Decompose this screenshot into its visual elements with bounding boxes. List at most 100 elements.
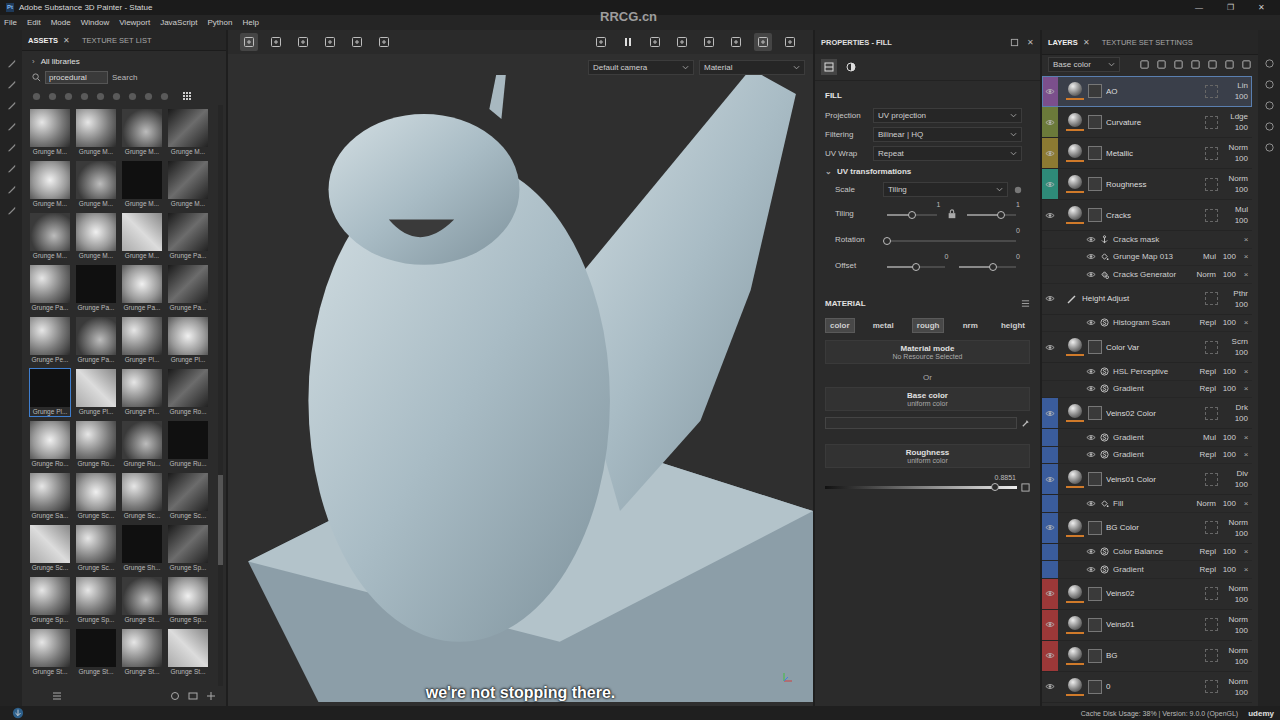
scale-dropdown[interactable]: Tiling [883,182,1008,197]
menu-item[interactable]: JavaScript [160,18,197,27]
layer-opacity[interactable]: 100 [1235,625,1248,636]
lock-icon[interactable] [947,209,957,219]
layer-row[interactable]: Color Var Scrn 100 [1042,332,1252,363]
layer-row[interactable]: Height Adjust Pthr 100 [1042,284,1252,315]
pause-icon[interactable] [619,33,637,51]
eye-icon[interactable] [1086,566,1096,573]
layer-opacity[interactable]: 100 [1235,656,1248,667]
search-field[interactable]: procedural [45,71,108,84]
asset-tile[interactable]: Grunge Sc... [29,524,71,573]
effect-opacity[interactable]: 100 [1220,433,1236,442]
mask-slot[interactable] [1205,178,1218,191]
asset-tile[interactable]: Grunge Ro... [75,420,117,469]
filter-icon[interactable] [32,92,41,101]
filter-icon[interactable] [160,92,169,101]
render-tool-icon[interactable] [754,33,772,51]
brush-tool-icon[interactable] [6,121,17,132]
search-button[interactable]: Search [112,73,137,82]
effect-row[interactable]: Cracks mask × [1042,231,1252,249]
blend-mode[interactable]: Norm [1228,142,1248,153]
view-tool-icon[interactable] [240,33,258,51]
layer-row[interactable]: BG Norm 100 [1042,641,1252,672]
effect-row[interactable]: Histogram Scan Repl 100 × [1042,315,1252,333]
layer-row[interactable]: Veins02 Norm 100 [1042,579,1252,610]
view-tool-icon[interactable] [267,33,285,51]
asset-tile[interactable]: Grunge Sc... [121,472,163,521]
effect-row[interactable]: Gradient Repl 100 × [1042,561,1252,579]
blend-mode[interactable]: Mul [1192,252,1216,261]
asset-tile[interactable]: Grunge Ro... [29,420,71,469]
menu-item[interactable]: Edit [27,18,41,27]
layer-opacity[interactable]: 100 [1235,153,1248,164]
brush-tool-icon[interactable] [6,205,17,216]
eye-icon[interactable] [1086,385,1096,392]
slider-value[interactable]: 0 [1016,226,1020,236]
eye-icon[interactable] [1086,236,1096,243]
3d-render[interactable]: we're not stopping there. [228,75,813,706]
blend-mode[interactable]: Pthr [1233,288,1248,299]
asset-tile[interactable]: Grunge Pa... [167,264,209,313]
blend-mode[interactable]: Repl [1192,384,1216,393]
side-panel-icon[interactable] [1264,121,1275,132]
asset-tile[interactable]: Grunge Pl... [75,368,117,417]
eye-icon[interactable] [1045,150,1055,157]
filter-icon[interactable] [128,92,137,101]
brush-tool-icon[interactable] [6,184,17,195]
effect-opacity[interactable]: 100 [1220,450,1236,459]
eye-icon[interactable] [1086,271,1096,278]
asset-tile[interactable]: Grunge Sp... [167,524,209,573]
asset-tile[interactable]: Grunge M... [75,212,117,261]
effect-row[interactable]: Gradient Mul 100 × [1042,429,1252,447]
asset-tile[interactable]: Grunge M... [29,160,71,209]
filter-icon[interactable] [144,92,153,101]
menu-item[interactable]: Window [81,18,109,27]
menu-item[interactable]: File [4,18,17,27]
side-panel-icon[interactable] [1264,100,1275,111]
asset-tile[interactable]: Grunge Pe... [29,316,71,365]
slider-value[interactable]: 0 [945,252,949,262]
layer-opacity[interactable]: 100 [1235,594,1248,605]
render-tool-icon[interactable] [646,33,664,51]
filter-icon[interactable] [112,92,121,101]
asset-tile[interactable]: Grunge Pl... [121,368,163,417]
layer-opacity[interactable]: 100 [1235,91,1248,102]
roughness-slot[interactable]: Roughness uniform color [825,444,1030,468]
eye-icon[interactable] [1086,500,1096,507]
remove-button[interactable]: × [1240,450,1252,459]
menu-item[interactable]: Mode [51,18,71,27]
slider-value[interactable]: 1 [937,200,941,210]
brush-tool-icon[interactable] [6,163,17,174]
blend-mode[interactable]: Norm [1228,583,1248,594]
layer-opacity[interactable]: 100 [1235,528,1248,539]
effect-row[interactable]: Gradient Repl 100 × [1042,447,1252,465]
mask-slot[interactable] [1205,341,1218,354]
asset-tile[interactable]: Grunge Pa... [167,212,209,261]
asset-tile[interactable]: Grunge Sc... [75,524,117,573]
layer-tool-icon[interactable] [1156,59,1167,70]
blend-mode[interactable]: Repl [1192,367,1216,376]
mask-slot[interactable] [1205,116,1218,129]
layer-tool-icon[interactable] [1173,59,1184,70]
menu-item[interactable]: Help [242,18,258,27]
eye-icon[interactable] [1045,524,1055,531]
eye-icon[interactable] [1045,344,1055,351]
detach-icon[interactable] [1010,38,1019,47]
layer-opacity[interactable]: 100 [1235,413,1248,424]
render-tool-icon[interactable] [781,33,799,51]
filter-icon[interactable] [96,92,105,101]
layer-row[interactable]: Metallic Norm 100 [1042,138,1252,169]
picker-icon[interactable] [1021,483,1030,492]
asset-tile[interactable]: Grunge St... [121,628,163,677]
layer-row[interactable]: Veins02 Color Drk 100 [1042,398,1252,429]
window-control[interactable]: — [1186,3,1212,12]
mask-slot[interactable] [1205,209,1218,222]
eye-icon[interactable] [1086,548,1096,555]
slider[interactable] [887,266,945,268]
expander[interactable]: › [32,57,35,66]
asset-tile[interactable]: Grunge Pa... [121,264,163,313]
asset-tile[interactable]: Grunge M... [29,108,71,157]
render-tool-icon[interactable] [700,33,718,51]
asset-tile[interactable]: Grunge Pl... [121,316,163,365]
effect-row[interactable]: Color Balance Repl 100 × [1042,544,1252,562]
blend-mode[interactable]: Norm [1192,270,1216,279]
